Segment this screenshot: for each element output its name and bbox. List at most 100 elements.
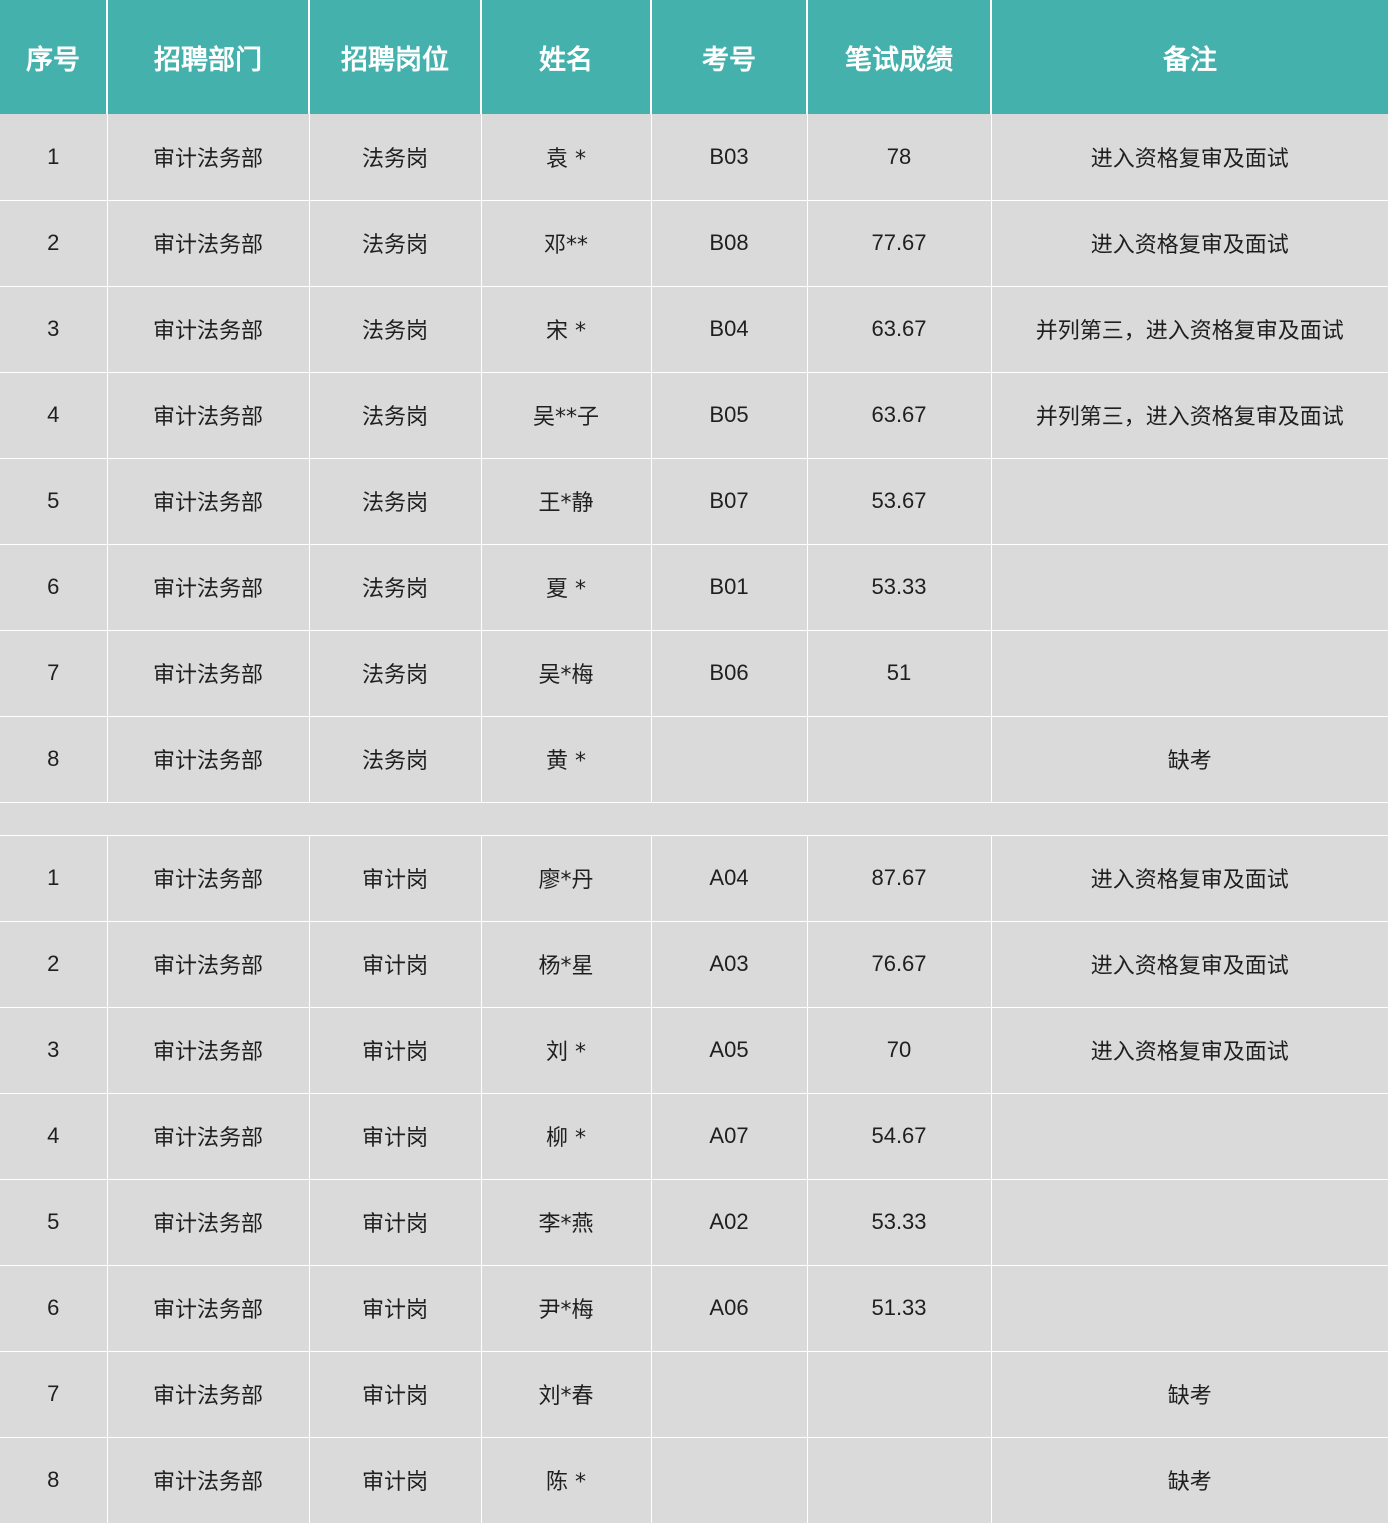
table-row: 1 审计法务部 法务岗袁 * B03 78 进入资格复审及面试 <box>0 114 1388 201</box>
header-name: 姓名 <box>481 0 652 114</box>
serial-number-cell: 5 <box>0 458 108 545</box>
department-cell: 审计法务部 <box>107 458 310 545</box>
group-separator-cell <box>0 802 1388 836</box>
position-cell: 法务岗 <box>309 372 482 459</box>
table-row: 7 审计法务部 审计岗 刘*春 缺考 <box>0 1351 1388 1438</box>
position-cell: 法务岗 <box>309 200 482 287</box>
position-cell: 审计岗 <box>309 1437 482 1524</box>
exam-number-cell: B01 <box>651 544 808 631</box>
header-written-score: 笔试成绩 <box>807 0 992 114</box>
written-score-cell: 51 <box>807 630 992 717</box>
exam-number-cell: A02 <box>651 1179 808 1266</box>
department-cell: 审计法务部 <box>107 544 310 631</box>
written-score-cell: 51.33 <box>807 1265 992 1352</box>
written-score-cell: 53.67 <box>807 458 992 545</box>
header-department: 招聘部门 <box>107 0 310 114</box>
table-row: 3 审计法务部 审计岗刘 * A05 70 进入资格复审及面试 <box>0 1007 1388 1094</box>
table-row: 5 审计法务部 法务岗 王*静 B07 53.67 <box>0 458 1388 545</box>
position-cell: 审计岗 <box>309 1093 482 1180</box>
remark-cell <box>991 458 1388 545</box>
written-score-cell: 78 <box>807 114 992 201</box>
serial-number-cell: 6 <box>0 544 108 631</box>
exam-number-cell: B04 <box>651 286 808 373</box>
name-cell: 李*燕 <box>481 1179 652 1266</box>
remark-cell: 缺考 <box>991 716 1388 803</box>
table-body: 1 审计法务部 法务岗袁 * B03 78 进入资格复审及面试 2 审计法务部 法务岗 邓** B0… <box>0 114 1388 1524</box>
exam-number-cell: B07 <box>651 458 808 545</box>
department-cell: 审计法务部 <box>107 1007 310 1094</box>
table-row: 6 审计法务部 法务岗夏 * B01 53.33 <box>0 544 1388 631</box>
serial-number-cell: 3 <box>0 1007 108 1094</box>
remark-cell: 进入资格复审及面试 <box>991 1007 1388 1094</box>
results-sheet: 序号 招聘部门 招聘岗位 姓名 考号 笔试成绩 备注 1 审计法务部 法务岗袁 * B… <box>0 0 1388 1524</box>
position-cell: 审计岗 <box>309 921 482 1008</box>
remark-cell: 进入资格复审及面试 <box>991 114 1388 201</box>
header-position: 招聘岗位 <box>309 0 482 114</box>
name-cell: 陈 * <box>481 1437 652 1524</box>
written-score-cell <box>807 716 992 803</box>
name-cell: 刘*春 <box>481 1351 652 1438</box>
exam-number-cell: A07 <box>651 1093 808 1180</box>
name-cell: 吴*梅 <box>481 630 652 717</box>
position-cell: 审计岗 <box>309 1179 482 1266</box>
serial-number-cell: 3 <box>0 286 108 373</box>
exam-number-cell <box>651 716 808 803</box>
table-row: 6 审计法务部 审计岗 尹*梅 A06 51.33 <box>0 1265 1388 1352</box>
position-cell: 法务岗 <box>309 114 482 201</box>
department-cell: 审计法务部 <box>107 835 310 922</box>
group-separator-row <box>0 802 1388 836</box>
table-row: 4 审计法务部 法务岗 吴**子 B05 63.67 并列第三，进入资格复审及面试 <box>0 372 1388 459</box>
department-cell: 审计法务部 <box>107 921 310 1008</box>
remark-cell <box>991 1265 1388 1352</box>
table-row: 8 审计法务部 审计岗陈 * 缺考 <box>0 1437 1388 1524</box>
exam-number-cell: A05 <box>651 1007 808 1094</box>
written-score-cell: 63.67 <box>807 372 992 459</box>
serial-number-cell: 6 <box>0 1265 108 1352</box>
written-score-cell: 87.67 <box>807 835 992 922</box>
position-cell: 审计岗 <box>309 1007 482 1094</box>
position-cell: 法务岗 <box>309 286 482 373</box>
remark-cell: 缺考 <box>991 1351 1388 1438</box>
serial-number-cell: 2 <box>0 921 108 1008</box>
written-score-cell: 76.67 <box>807 921 992 1008</box>
name-cell: 夏 * <box>481 544 652 631</box>
serial-number-cell: 1 <box>0 114 108 201</box>
department-cell: 审计法务部 <box>107 114 310 201</box>
remark-cell <box>991 630 1388 717</box>
name-cell: 尹*梅 <box>481 1265 652 1352</box>
table-row: 4 审计法务部 审计岗柳 * A07 54.67 <box>0 1093 1388 1180</box>
header-row: 序号 招聘部门 招聘岗位 姓名 考号 笔试成绩 备注 <box>0 0 1388 114</box>
table-row: 7 审计法务部 法务岗 吴*梅 B06 51 <box>0 630 1388 717</box>
department-cell: 审计法务部 <box>107 1351 310 1438</box>
written-score-cell: 77.67 <box>807 200 992 287</box>
remark-cell: 进入资格复审及面试 <box>991 921 1388 1008</box>
exam-number-cell: B05 <box>651 372 808 459</box>
table-row: 1 审计法务部 审计岗 廖*丹 A04 87.67 进入资格复审及面试 <box>0 835 1388 922</box>
department-cell: 审计法务部 <box>107 372 310 459</box>
name-cell: 柳 * <box>481 1093 652 1180</box>
serial-number-cell: 7 <box>0 630 108 717</box>
position-cell: 审计岗 <box>309 1265 482 1352</box>
name-cell: 袁 * <box>481 114 652 201</box>
table-row: 2 审计法务部 审计岗 杨*星 A03 76.67 进入资格复审及面试 <box>0 921 1388 1008</box>
serial-number-cell: 8 <box>0 716 108 803</box>
written-score-cell <box>807 1351 992 1438</box>
remark-cell: 进入资格复审及面试 <box>991 200 1388 287</box>
department-cell: 审计法务部 <box>107 1265 310 1352</box>
remark-cell: 并列第三，进入资格复审及面试 <box>991 286 1388 373</box>
department-cell: 审计法务部 <box>107 286 310 373</box>
written-score-cell: 70 <box>807 1007 992 1094</box>
department-cell: 审计法务部 <box>107 1437 310 1524</box>
exam-number-cell <box>651 1351 808 1438</box>
serial-number-cell: 2 <box>0 200 108 287</box>
remark-cell: 并列第三，进入资格复审及面试 <box>991 372 1388 459</box>
exam-number-cell: A06 <box>651 1265 808 1352</box>
exam-number-cell <box>651 1437 808 1524</box>
table-row: 3 审计法务部 法务岗宋 * B04 63.67 并列第三，进入资格复审及面试 <box>0 286 1388 373</box>
position-cell: 法务岗 <box>309 630 482 717</box>
written-score-cell: 54.67 <box>807 1093 992 1180</box>
exam-number-cell: B06 <box>651 630 808 717</box>
position-cell: 审计岗 <box>309 1351 482 1438</box>
results-table: 序号 招聘部门 招聘岗位 姓名 考号 笔试成绩 备注 1 审计法务部 法务岗袁 * B… <box>0 0 1388 1524</box>
name-cell: 刘 * <box>481 1007 652 1094</box>
